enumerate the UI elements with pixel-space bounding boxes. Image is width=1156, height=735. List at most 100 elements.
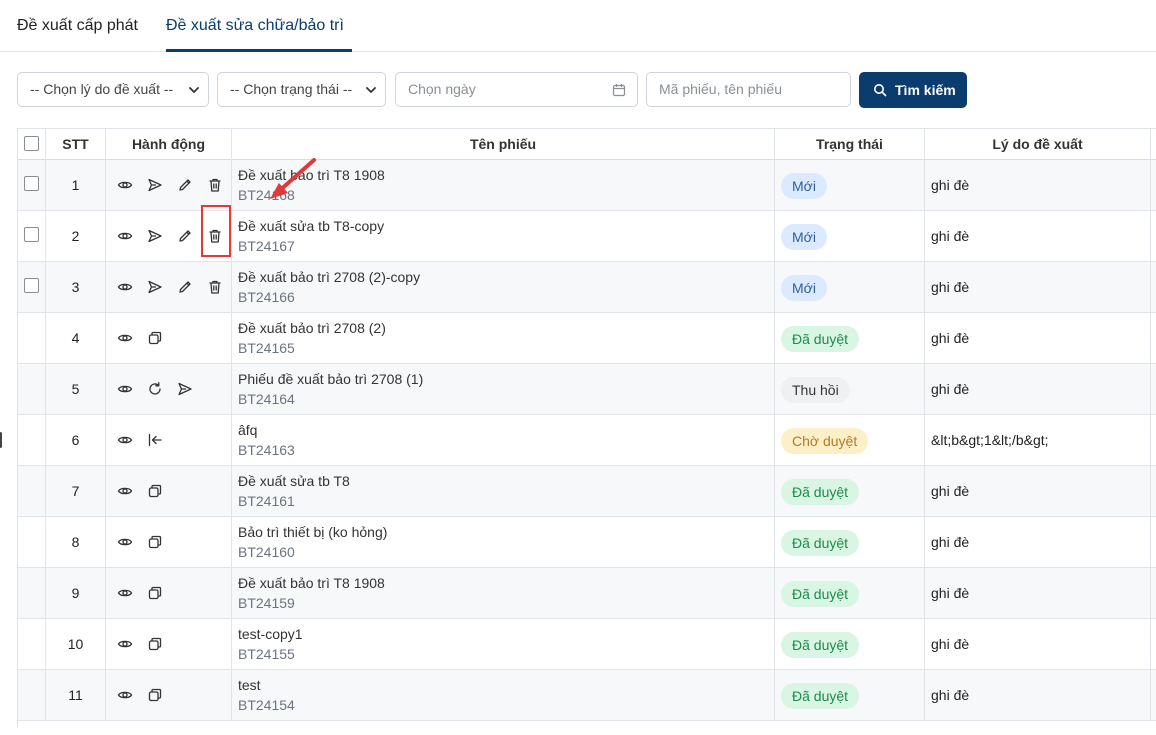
row-checkbox[interactable] <box>24 278 39 293</box>
row-reason: ghi đè <box>925 568 1151 619</box>
pencil-icon[interactable] <box>177 279 193 295</box>
header-actions: Hành động <box>106 129 232 160</box>
eye-icon[interactable] <box>117 483 133 499</box>
table-row[interactable]: 5 Phiếu đề xuất bảo trì 2708 (1) BT24164 Th… <box>18 364 1156 415</box>
row-reason: ghi đè <box>925 670 1151 721</box>
proposal-title[interactable]: âfq <box>238 422 257 438</box>
header-reason[interactable]: Lý do đề xuất <box>925 129 1151 160</box>
pencil-icon[interactable] <box>177 228 193 244</box>
table-row[interactable]: 10 test-copy1 BT24155 Đã duyệt ghi đè <box>18 619 1156 670</box>
copy-icon[interactable] <box>147 585 163 601</box>
recall-icon[interactable] <box>147 432 163 448</box>
tab-repair-maintenance-proposal[interactable]: Đề xuất sửa chữa/bảo trì <box>166 17 344 35</box>
proposal-title[interactable]: test-copy1 <box>238 626 303 642</box>
row-name-cell: âfq BT24163 <box>232 415 775 466</box>
table-row[interactable]: 4 Đề xuất bảo trì 2708 (2) BT24165 Đã duyệt… <box>18 313 1156 364</box>
status-badge: Mới <box>781 224 827 250</box>
row-reason: ghi đè <box>925 262 1151 313</box>
date-input[interactable]: Chọn ngày <box>395 72 638 107</box>
row-actions <box>106 670 232 721</box>
table-row[interactable]: 6 âfq BT24163 Chờ duyệt &lt;b&gt;1&lt;/b&gt; <box>18 415 1156 466</box>
table-row[interactable]: 7 Đề xuất sửa tb T8 BT24161 Đã duyệt ghi đè <box>18 466 1156 517</box>
proposal-title[interactable]: Bảo trì thiết bị (ko hỏng) <box>238 524 387 540</box>
search-button[interactable]: Tìm kiếm <box>859 72 967 108</box>
search-input[interactable]: Mã phiếu, tên phiếu <box>646 72 851 107</box>
row-actions <box>106 364 232 415</box>
proposal-title[interactable]: Đề xuất bảo trì T8 1908 <box>238 167 385 183</box>
eye-icon[interactable] <box>117 687 133 703</box>
row-status-cell: Đã duyệt <box>775 517 925 568</box>
proposal-title[interactable]: Đề xuất sửa tb T8 <box>238 473 350 489</box>
eye-icon[interactable] <box>117 228 133 244</box>
table-row[interactable]: 11 test BT24154 Đã duyệt ghi đè <box>18 670 1156 721</box>
row-stt: 1 <box>46 160 106 211</box>
proposal-code: BT24161 <box>238 493 295 509</box>
row-stt: 11 <box>46 670 106 721</box>
eye-icon[interactable] <box>117 330 133 346</box>
row-name-cell: test-copy1 BT24155 <box>232 619 775 670</box>
row-status-cell: Đã duyệt <box>775 619 925 670</box>
table-row[interactable]: 3 Đề xuất bảo trì 2708 (2)-copy BT24166 Mới… <box>18 262 1156 313</box>
row-checkbox[interactable] <box>24 227 39 242</box>
refresh-icon[interactable] <box>147 381 163 397</box>
proposal-title[interactable]: Đề xuất bảo trì T8 1908 <box>238 575 385 591</box>
copy-icon[interactable] <box>147 534 163 550</box>
row-stt: 2 <box>46 211 106 262</box>
row-reason: ghi đè <box>925 313 1151 364</box>
header-status[interactable]: Trạng thái <box>775 129 925 160</box>
status-select-value: -- Chọn trạng thái -- <box>230 81 353 97</box>
search-icon <box>874 84 887 97</box>
table-row[interactable]: 8 Bảo trì thiết bị (ko hỏng) BT24160 Đã duy… <box>18 517 1156 568</box>
row-status-cell: Đã duyệt <box>775 670 925 721</box>
row-status-cell: Thu hồi <box>775 364 925 415</box>
proposal-title[interactable]: Đề xuất bảo trì 2708 (2)-copy <box>238 269 420 285</box>
row-reason: ghi đè <box>925 211 1151 262</box>
pencil-icon[interactable] <box>177 177 193 193</box>
trash-icon[interactable] <box>207 228 223 244</box>
row-actions <box>106 415 232 466</box>
eye-icon[interactable] <box>117 534 133 550</box>
trash-icon[interactable] <box>207 279 223 295</box>
row-name-cell: Đề xuất bảo trì 2708 (2)-copy BT24166 <box>232 262 775 313</box>
proposal-title[interactable]: Đề xuất sửa tb T8-copy <box>238 218 384 234</box>
status-select[interactable]: -- Chọn trạng thái -- <box>217 72 386 107</box>
copy-icon[interactable] <box>147 636 163 652</box>
tab-allocation-proposal[interactable]: Đề xuất cấp phát <box>17 17 138 35</box>
eye-icon[interactable] <box>117 177 133 193</box>
eye-icon[interactable] <box>117 381 133 397</box>
send-icon[interactable] <box>147 228 163 244</box>
row-status-cell: Chờ duyệt <box>775 415 925 466</box>
eye-icon[interactable] <box>117 636 133 652</box>
proposal-title[interactable]: Đề xuất bảo trì 2708 (2) <box>238 320 386 336</box>
status-badge: Đã duyệt <box>781 683 860 709</box>
table-row[interactable]: 9 Đề xuất bảo trì T8 1908 BT24159 Đã duyệt g… <box>18 568 1156 619</box>
row-actions <box>106 466 232 517</box>
copy-icon[interactable] <box>147 330 163 346</box>
table-row[interactable]: 2 Đề xuất sửa tb T8-copy BT24167 Mới ghi đè <box>18 211 1156 262</box>
row-reason: ghi đè <box>925 517 1151 568</box>
status-badge: Đã duyệt <box>781 326 860 352</box>
send-icon[interactable] <box>177 381 193 397</box>
row-status-cell: Mới <box>775 160 925 211</box>
reason-select[interactable]: -- Chọn lý do đề xuất -- <box>17 72 209 107</box>
proposal-title[interactable]: Phiếu đề xuất bảo trì 2708 (1) <box>238 371 423 387</box>
select-all-checkbox[interactable] <box>24 136 39 151</box>
trash-icon[interactable] <box>207 177 223 193</box>
copy-icon[interactable] <box>147 483 163 499</box>
header-name[interactable]: Tên phiếu <box>232 129 775 160</box>
date-input-placeholder: Chọn ngày <box>408 81 476 97</box>
proposal-title[interactable]: test <box>238 677 261 693</box>
send-icon[interactable] <box>147 177 163 193</box>
eye-icon[interactable] <box>117 585 133 601</box>
table-row[interactable]: 1 Đề xuất bảo trì T8 1908 BT24168 Mới ghi đè <box>18 160 1156 211</box>
row-checkbox[interactable] <box>24 176 39 191</box>
copy-icon[interactable] <box>147 687 163 703</box>
row-name-cell: Đề xuất bảo trì 2708 (2) BT24165 <box>232 313 775 364</box>
row-stt: 10 <box>46 619 106 670</box>
eye-icon[interactable] <box>117 432 133 448</box>
row-checkbox-cell <box>18 466 46 517</box>
row-reason: ghi đè <box>925 364 1151 415</box>
eye-icon[interactable] <box>117 279 133 295</box>
send-icon[interactable] <box>147 279 163 295</box>
row-name-cell: Bảo trì thiết bị (ko hỏng) BT24160 <box>232 517 775 568</box>
